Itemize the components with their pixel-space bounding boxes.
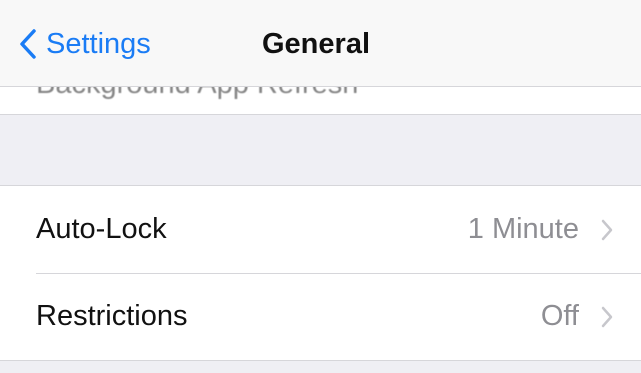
row-label: Auto-Lock (36, 213, 167, 245)
row-value: 1 Minute (467, 213, 579, 245)
section-separator (0, 115, 641, 185)
settings-row-auto-lock[interactable]: Auto-Lock 1 Minute (0, 186, 641, 273)
settings-group: Auto-Lock 1 Minute Restrictions Off (0, 185, 641, 361)
row-value: Off (540, 300, 579, 332)
chevron-right-icon (595, 186, 619, 273)
page-title: General (262, 28, 370, 60)
navigation-bar: Settings General (0, 0, 641, 87)
list-item-label: Background App Refresh (36, 86, 358, 101)
settings-screen: Settings General Background App Refresh … (0, 0, 641, 373)
row-label: Restrictions (36, 300, 188, 332)
chevron-right-icon (595, 273, 619, 360)
list-item-background-app-refresh[interactable]: Background App Refresh (0, 86, 641, 115)
settings-row-restrictions[interactable]: Restrictions Off (0, 273, 641, 360)
back-button-label: Settings (46, 27, 151, 60)
chevron-left-icon (14, 22, 42, 66)
back-button[interactable]: Settings (14, 22, 151, 66)
section-separator (0, 361, 641, 373)
